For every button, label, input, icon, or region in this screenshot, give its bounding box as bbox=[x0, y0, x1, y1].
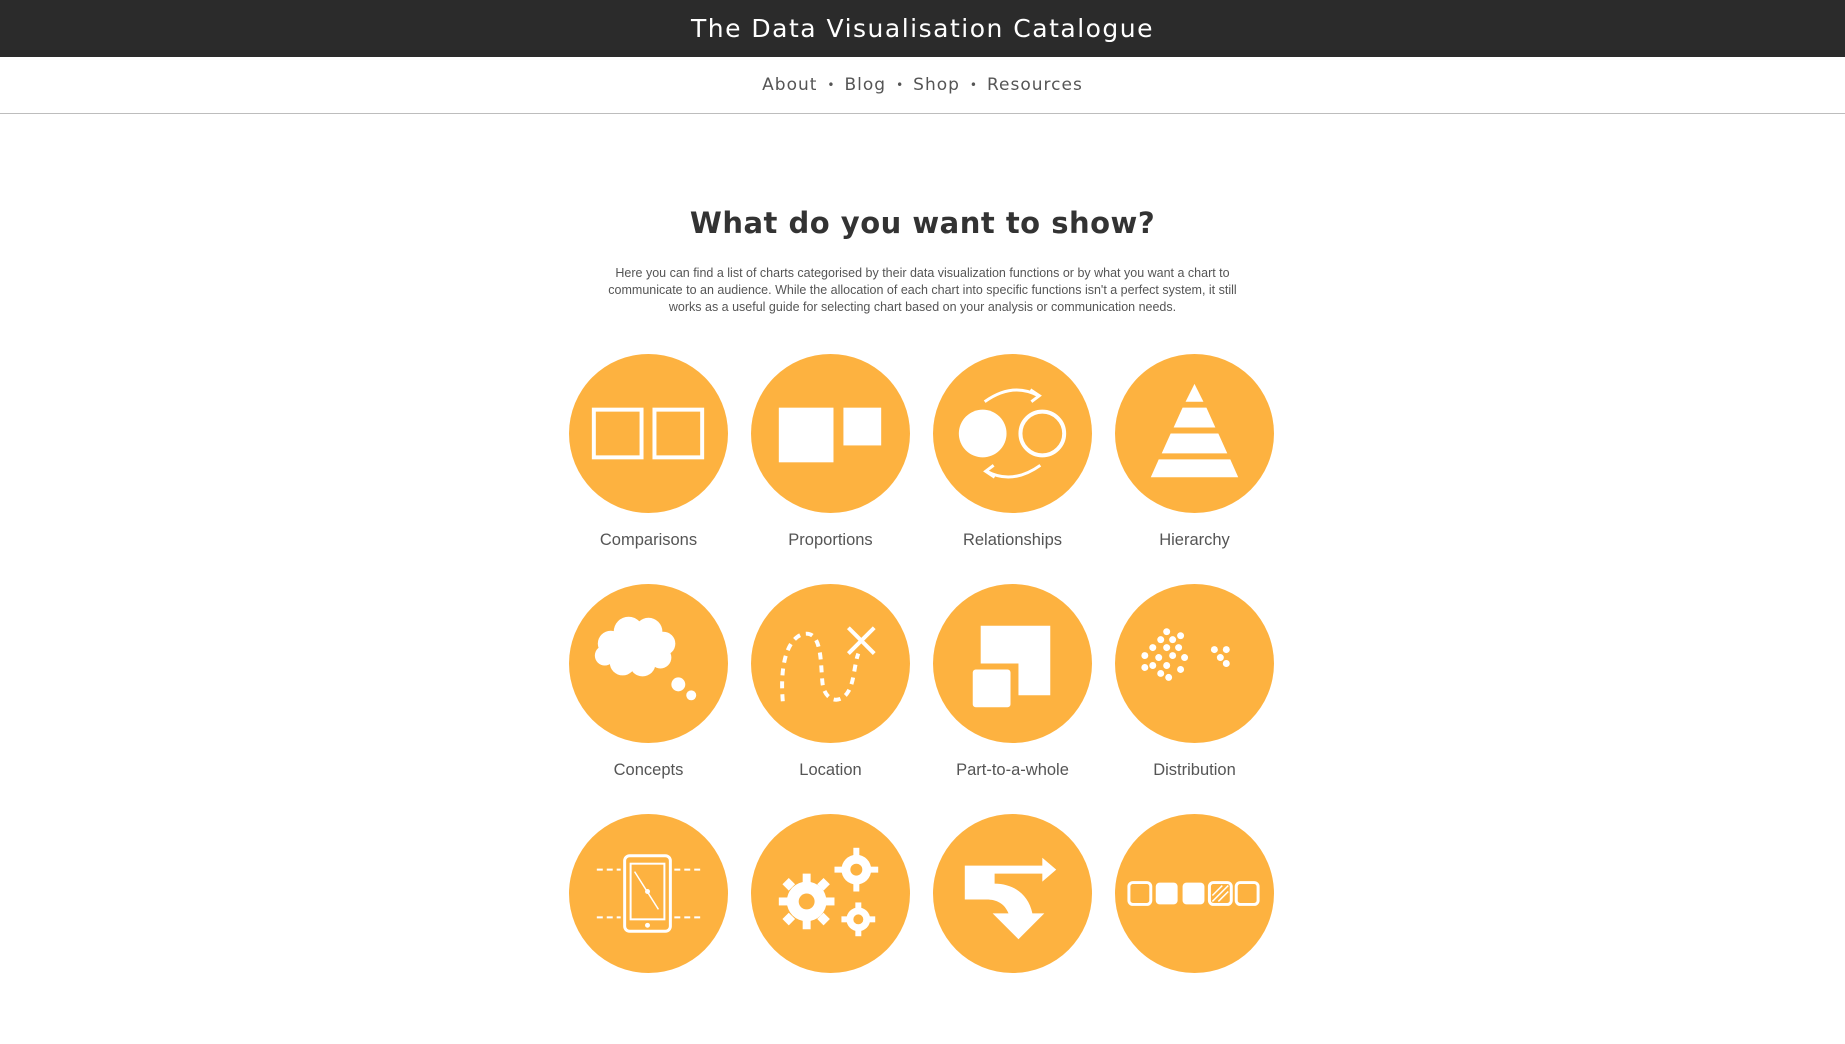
category-label: Relationships bbox=[962, 531, 1063, 549]
category-label: Proportions bbox=[788, 531, 873, 549]
category-processes[interactable] bbox=[751, 814, 910, 1044]
category-label: Concepts bbox=[613, 761, 684, 779]
intro-text: Here you can find a list of charts categ… bbox=[608, 266, 1237, 314]
category-concepts[interactable]: Concepts bbox=[569, 584, 728, 814]
category-how-things-work[interactable] bbox=[569, 814, 728, 1044]
category-hierarchy[interactable]: Hierarchy bbox=[1115, 354, 1274, 584]
nav-resources-link[interactable]: Resources bbox=[987, 75, 1083, 95]
category-distribution[interactable]: Distribution bbox=[1115, 584, 1274, 814]
distribution-icon bbox=[1115, 584, 1274, 743]
nav-separator: • bbox=[896, 78, 904, 92]
main-nav: About • Blog • Shop • Resources bbox=[0, 57, 1845, 114]
comparisons-icon bbox=[569, 354, 728, 513]
patterns-icon bbox=[1115, 814, 1274, 973]
movement-flow-icon bbox=[933, 814, 1092, 973]
nav-blog-link[interactable]: Blog bbox=[845, 75, 887, 95]
category-relationships[interactable]: Relationships bbox=[933, 354, 1092, 584]
site-title-link[interactable]: The Data Visualisation Catalogue bbox=[691, 14, 1154, 43]
category-label: Comparisons bbox=[599, 531, 698, 549]
concepts-icon bbox=[569, 584, 728, 743]
category-label: Part-to-a-whole bbox=[956, 761, 1069, 779]
category-patterns[interactable] bbox=[1115, 814, 1274, 1044]
hierarchy-icon bbox=[1115, 354, 1274, 513]
category-grid: Comparisons Proportions Relationships Hi… bbox=[569, 354, 1297, 1044]
location-icon bbox=[751, 584, 910, 743]
category-part-to-a-whole[interactable]: Part-to-a-whole bbox=[933, 584, 1092, 814]
category-label: Hierarchy bbox=[1159, 531, 1230, 549]
proportions-icon bbox=[751, 354, 910, 513]
processes-gears-icon bbox=[751, 814, 910, 973]
relationships-icon bbox=[933, 354, 1092, 513]
main-content: What do you want to show? Here you can f… bbox=[0, 206, 1845, 316]
part-to-a-whole-icon bbox=[933, 584, 1092, 743]
category-label: Distribution bbox=[1153, 761, 1236, 779]
site-header: The Data Visualisation Catalogue bbox=[0, 0, 1845, 57]
how-things-work-icon bbox=[569, 814, 728, 973]
nav-about-link[interactable]: About bbox=[762, 75, 817, 95]
nav-separator: • bbox=[827, 78, 835, 92]
category-label: Location bbox=[799, 761, 862, 779]
category-movement[interactable] bbox=[933, 814, 1092, 1044]
page-title: What do you want to show? bbox=[689, 206, 1156, 240]
nav-shop-link[interactable]: Shop bbox=[913, 75, 960, 95]
nav-separator: • bbox=[969, 78, 977, 92]
category-proportions[interactable]: Proportions bbox=[751, 354, 910, 584]
category-location[interactable]: Location bbox=[751, 584, 910, 814]
category-comparisons[interactable]: Comparisons bbox=[569, 354, 728, 584]
